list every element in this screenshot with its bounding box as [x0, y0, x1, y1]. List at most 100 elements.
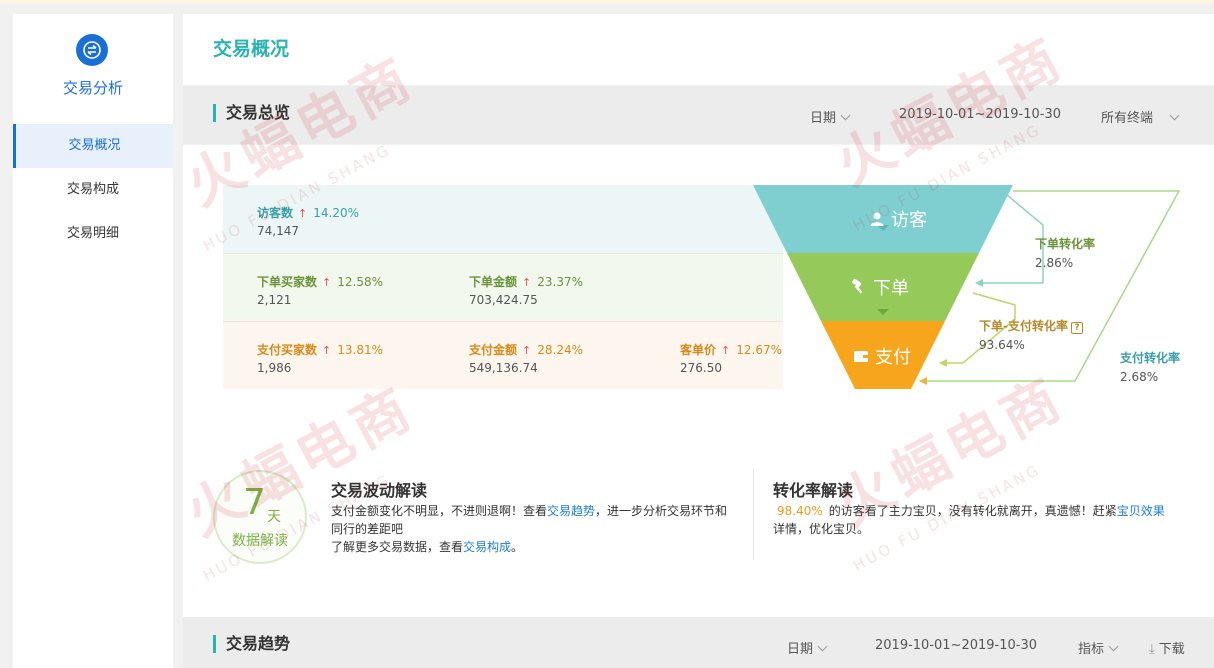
conversion-body: 98.40% 的访客看了主力宝贝，没有转化就离开，真遗憾！赶紧宝贝效果 详情，优化…: [773, 502, 1193, 538]
exchange-icon: [76, 34, 108, 66]
conversion-pct: 98.40%: [777, 504, 823, 518]
sidebar-item-detail[interactable]: 交易明细: [13, 212, 173, 256]
metric-label: 客单价: [680, 343, 717, 357]
arrow-up-icon: ↑: [522, 276, 532, 289]
order-pay-rate: 下单-支付转化率? 93.64%: [979, 317, 1083, 352]
pay-rate: 支付转化率 2.68%: [1120, 349, 1180, 384]
arrow-up-icon: ↑: [522, 344, 532, 357]
arrow-up-icon: ↑: [322, 344, 332, 357]
metric-visitors: 访客数 ↑ 14.20% 74,147: [257, 204, 359, 238]
download-label: 下载: [1158, 642, 1185, 657]
order-row: 下单买家数 ↑ 12.58% 2,121 下单金额 ↑ 23.37% 703,424.7…: [223, 253, 783, 321]
metric-value: 549,136.74: [469, 361, 538, 375]
composition-link[interactable]: 交易构成: [463, 540, 511, 554]
badge-caption: 数据解读: [232, 533, 288, 549]
top-strip: [0, 0, 1214, 4]
sidebar-item-overview[interactable]: 交易概况: [13, 124, 173, 168]
arrow-left-icon: [919, 377, 927, 385]
rate-value: 2.86%: [1035, 256, 1074, 270]
stage-name: 访客: [891, 210, 927, 231]
metric-value: 703,424.75: [469, 293, 538, 307]
overview-panel: 访客数 ↑ 14.20% 74,147 下单买家数 ↑ 12.58% 2,121 下单金…: [183, 145, 1214, 617]
metric-order-amount: 下单金额 ↑ 23.37% 703,424.75: [469, 273, 583, 307]
metric-change: 12.58%: [337, 275, 383, 289]
date-label: 日期: [787, 642, 814, 657]
chevron-down-icon: [1169, 110, 1180, 121]
metric-pay-amount: 支付金额 ↑ 28.24% 549,136.74: [469, 341, 583, 375]
gavel-icon: [851, 278, 863, 294]
trend-date-dropdown[interactable]: 日期: [787, 638, 828, 657]
funnel-label-pay: 支付: [853, 343, 911, 369]
divider: [753, 470, 754, 560]
page-title: 交易概况: [213, 38, 290, 60]
badge-number: 7: [243, 482, 266, 523]
seven-day-badge: 7 天 数据解读: [213, 470, 307, 564]
download-icon: ⤓: [1149, 642, 1155, 657]
stage-name: 支付: [875, 347, 911, 368]
overview-bar: 交易总览 日期 2019-10-01~2019-10-30 所有终端: [183, 86, 1214, 144]
metric-value: 74,147: [257, 224, 299, 238]
chevron-down-icon: [817, 641, 828, 652]
text: 详情，优化宝贝。: [773, 522, 870, 536]
rate-label: 下单转化率: [1035, 237, 1096, 251]
text: 。: [511, 540, 524, 554]
conversion-funnel: 访客 下单 支付 下单转化率 2.86% 下单-支付转化率? 93.64% 支付…: [743, 185, 1193, 395]
payment-row: 支付买家数 ↑ 13.81% 1,986 支付金额 ↑ 28.24% 549,136.7…: [223, 321, 783, 389]
help-icon[interactable]: ?: [1070, 322, 1083, 334]
text: 了解更多交易数据，查看: [331, 540, 464, 554]
rate-label: 支付转化率: [1120, 351, 1181, 365]
arrow-up-icon: ↑: [721, 344, 731, 357]
arrow-left-icon: [975, 279, 983, 287]
metric-change: 28.24%: [537, 343, 583, 357]
date-dropdown[interactable]: 日期: [810, 107, 851, 126]
visitor-row: 访客数 ↑ 14.20% 74,147: [223, 185, 783, 253]
fluctuation-body: 支付金额变化不明显，不进则退啊！查看交易趋势，进一步分析交易环节和 同行的差距吧…: [331, 502, 741, 556]
stage-name: 下单: [873, 278, 909, 299]
arrow-up-icon: ↑: [298, 207, 308, 220]
trend-bar: 交易趋势 日期 2019-10-01~2019-10-30 指标 ⤓ 下载: [183, 617, 1214, 668]
metric-value: 2,121: [257, 293, 292, 307]
metric-value: 1,986: [257, 361, 292, 375]
metric-label: 支付买家数: [257, 343, 318, 357]
sidebar-item-composition[interactable]: 交易构成: [13, 168, 173, 212]
text: 的访客看了主力宝贝，没有转化就离开，真遗憾！赶紧: [828, 504, 1117, 518]
sidebar-title: 交易分析: [62, 79, 123, 97]
metric-order-buyers: 下单买家数 ↑ 12.58% 2,121: [257, 273, 383, 307]
metric-label: 下单买家数: [257, 275, 318, 289]
metric-change: 14.20%: [313, 206, 359, 220]
wallet-icon: [854, 351, 868, 362]
date-range[interactable]: 2019-10-01~2019-10-30: [899, 107, 1061, 122]
terminal-dropdown[interactable]: 所有终端: [1101, 107, 1180, 126]
overview-title: 交易总览: [213, 104, 290, 122]
trend-title: 交易趋势: [213, 635, 290, 653]
text: 支付金额变化不明显，不进则退啊！查看: [331, 504, 548, 518]
order-rate: 下单转化率 2.86%: [1035, 235, 1095, 270]
download-button[interactable]: ⤓ 下载: [1149, 638, 1185, 657]
rate-value: 2.68%: [1120, 370, 1159, 384]
arrow-left-icon: [939, 359, 947, 367]
rate-label: 下单-支付转化率: [979, 319, 1068, 333]
indicator-label: 指标: [1078, 642, 1105, 657]
metric-label: 支付金额: [469, 343, 518, 357]
trend-link[interactable]: 交易趋势: [547, 504, 595, 518]
chevron-down-icon: [840, 110, 851, 121]
metric-change: 13.81%: [337, 343, 383, 357]
metric-label: 下单金额: [469, 275, 518, 289]
text: ，进一步分析交易环节和: [595, 504, 728, 518]
funnel-label-visit: 访客: [869, 206, 927, 232]
text: 同行的差距吧: [331, 522, 404, 536]
item-effect-link[interactable]: 宝贝效果: [1117, 504, 1165, 518]
indicator-dropdown[interactable]: 指标: [1078, 638, 1119, 657]
conversion-title: 转化率解读: [773, 481, 854, 500]
badge-unit: 天: [267, 509, 281, 525]
metric-label: 访客数: [257, 206, 294, 220]
sidebar: 交易分析 交易概况 交易构成 交易明细: [13, 14, 173, 668]
metric-pay-buyers: 支付买家数 ↑ 13.81% 1,986: [257, 341, 383, 375]
metric-change: 23.37%: [537, 275, 583, 289]
arrow-up-icon: ↑: [322, 276, 332, 289]
fluctuation-title: 交易波动解读: [331, 481, 428, 500]
terminal-label: 所有终端: [1101, 111, 1154, 126]
chevron-down-icon: [1108, 641, 1119, 652]
trend-date-range[interactable]: 2019-10-01~2019-10-30: [875, 638, 1037, 653]
page-header: 交易概况: [183, 14, 1214, 85]
